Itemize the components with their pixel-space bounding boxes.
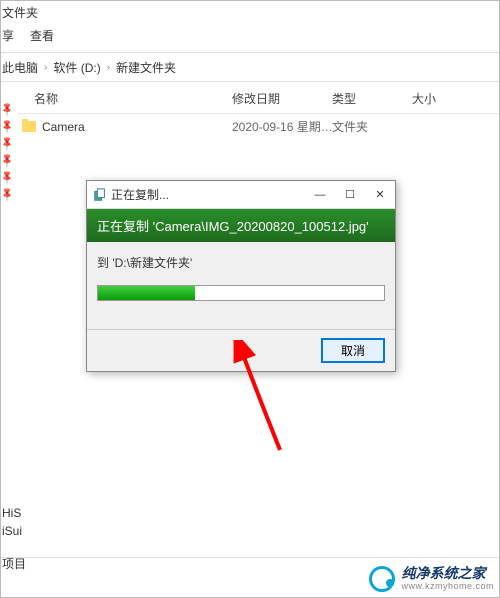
copy-dialog: 正在复制... — ☐ ✕ 正在复制 'Camera\IMG_20200820_… xyxy=(86,180,396,372)
watermark-logo-icon xyxy=(369,566,395,592)
pin-icon[interactable]: 📌 xyxy=(0,156,13,169)
item-name: Camera xyxy=(42,120,85,134)
col-size[interactable]: 大小 xyxy=(412,90,496,107)
item-date: 2020-09-16 星期… xyxy=(232,118,332,135)
pin-icon[interactable]: 📌 xyxy=(0,122,13,135)
window-title: 文件夹 xyxy=(0,0,500,21)
pin-icon[interactable]: 📌 xyxy=(0,105,13,118)
watermark-title: 纯净系统之家 xyxy=(401,566,494,581)
separator xyxy=(0,557,500,558)
breadcrumb-folder[interactable]: 新建文件夹 xyxy=(116,59,176,76)
minimize-button[interactable]: — xyxy=(305,181,335,208)
progress-fill xyxy=(98,286,195,300)
cancel-button[interactable]: 取消 xyxy=(321,338,385,363)
chevron-right-icon: › xyxy=(107,62,110,73)
close-button[interactable]: ✕ xyxy=(365,181,395,208)
watermark: 纯净系统之家 www.kzmyhome.com xyxy=(369,566,494,592)
breadcrumb-root[interactable]: 此电脑 xyxy=(2,59,38,76)
column-headers: 名称 修改日期 类型 大小 xyxy=(18,82,500,114)
sidebar-pins: 📌 📌 📌 📌 📌 📌 xyxy=(0,100,12,208)
col-name[interactable]: 名称 xyxy=(22,90,232,107)
sidebar-bottom: HiS iSui xyxy=(0,504,24,540)
maximize-button[interactable]: ☐ xyxy=(335,181,365,208)
pin-icon[interactable]: 📌 xyxy=(0,190,13,203)
watermark-url: www.kzmyhome.com xyxy=(401,582,494,592)
dialog-banner: 正在复制 'Camera\IMG_20200820_100512.jpg' xyxy=(87,209,395,242)
dialog-destination: 到 'D:\新建文件夹' xyxy=(97,254,385,271)
dialog-titlebar[interactable]: 正在复制... — ☐ ✕ xyxy=(87,181,395,209)
col-date[interactable]: 修改日期 xyxy=(232,90,332,107)
address-bar[interactable]: 此电脑 › 软件 (D:) › 新建文件夹 xyxy=(0,52,500,82)
sidebar-item[interactable]: HiS xyxy=(0,504,24,522)
breadcrumb-drive[interactable]: 软件 (D:) xyxy=(53,59,100,76)
progress-bar xyxy=(97,285,385,301)
dialog-title: 正在复制... xyxy=(111,186,305,203)
file-list: 名称 修改日期 类型 大小 Camera 2020-09-16 星期… 文件夹 xyxy=(0,82,500,139)
list-item[interactable]: Camera 2020-09-16 星期… 文件夹 xyxy=(18,114,500,139)
folder-icon xyxy=(22,121,36,132)
menu-bar: 享 查看 xyxy=(0,21,500,52)
copy-icon xyxy=(93,188,107,202)
menu-view[interactable]: 查看 xyxy=(30,27,54,44)
menu-share[interactable]: 享 xyxy=(2,27,14,44)
sidebar-item[interactable]: iSui xyxy=(0,522,24,540)
chevron-right-icon: › xyxy=(44,62,47,73)
pin-icon[interactable]: 📌 xyxy=(0,139,13,152)
item-type: 文件夹 xyxy=(332,118,412,135)
pin-icon[interactable]: 📌 xyxy=(0,173,13,186)
col-type[interactable]: 类型 xyxy=(332,90,412,107)
status-bar: 项目 xyxy=(0,553,28,574)
